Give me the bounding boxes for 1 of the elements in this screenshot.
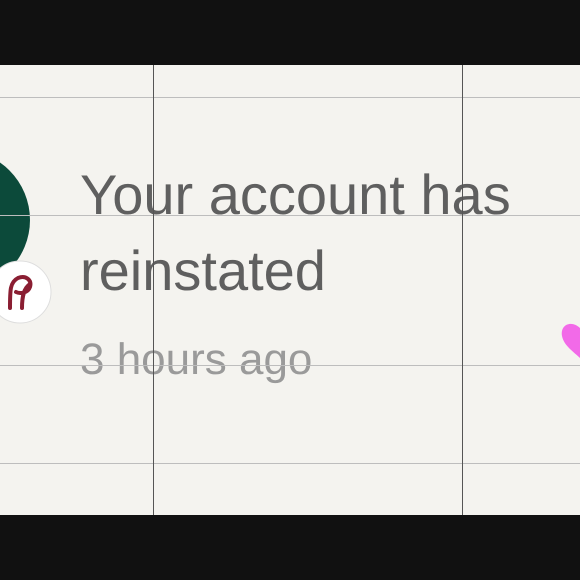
logo-icon [0, 260, 52, 324]
